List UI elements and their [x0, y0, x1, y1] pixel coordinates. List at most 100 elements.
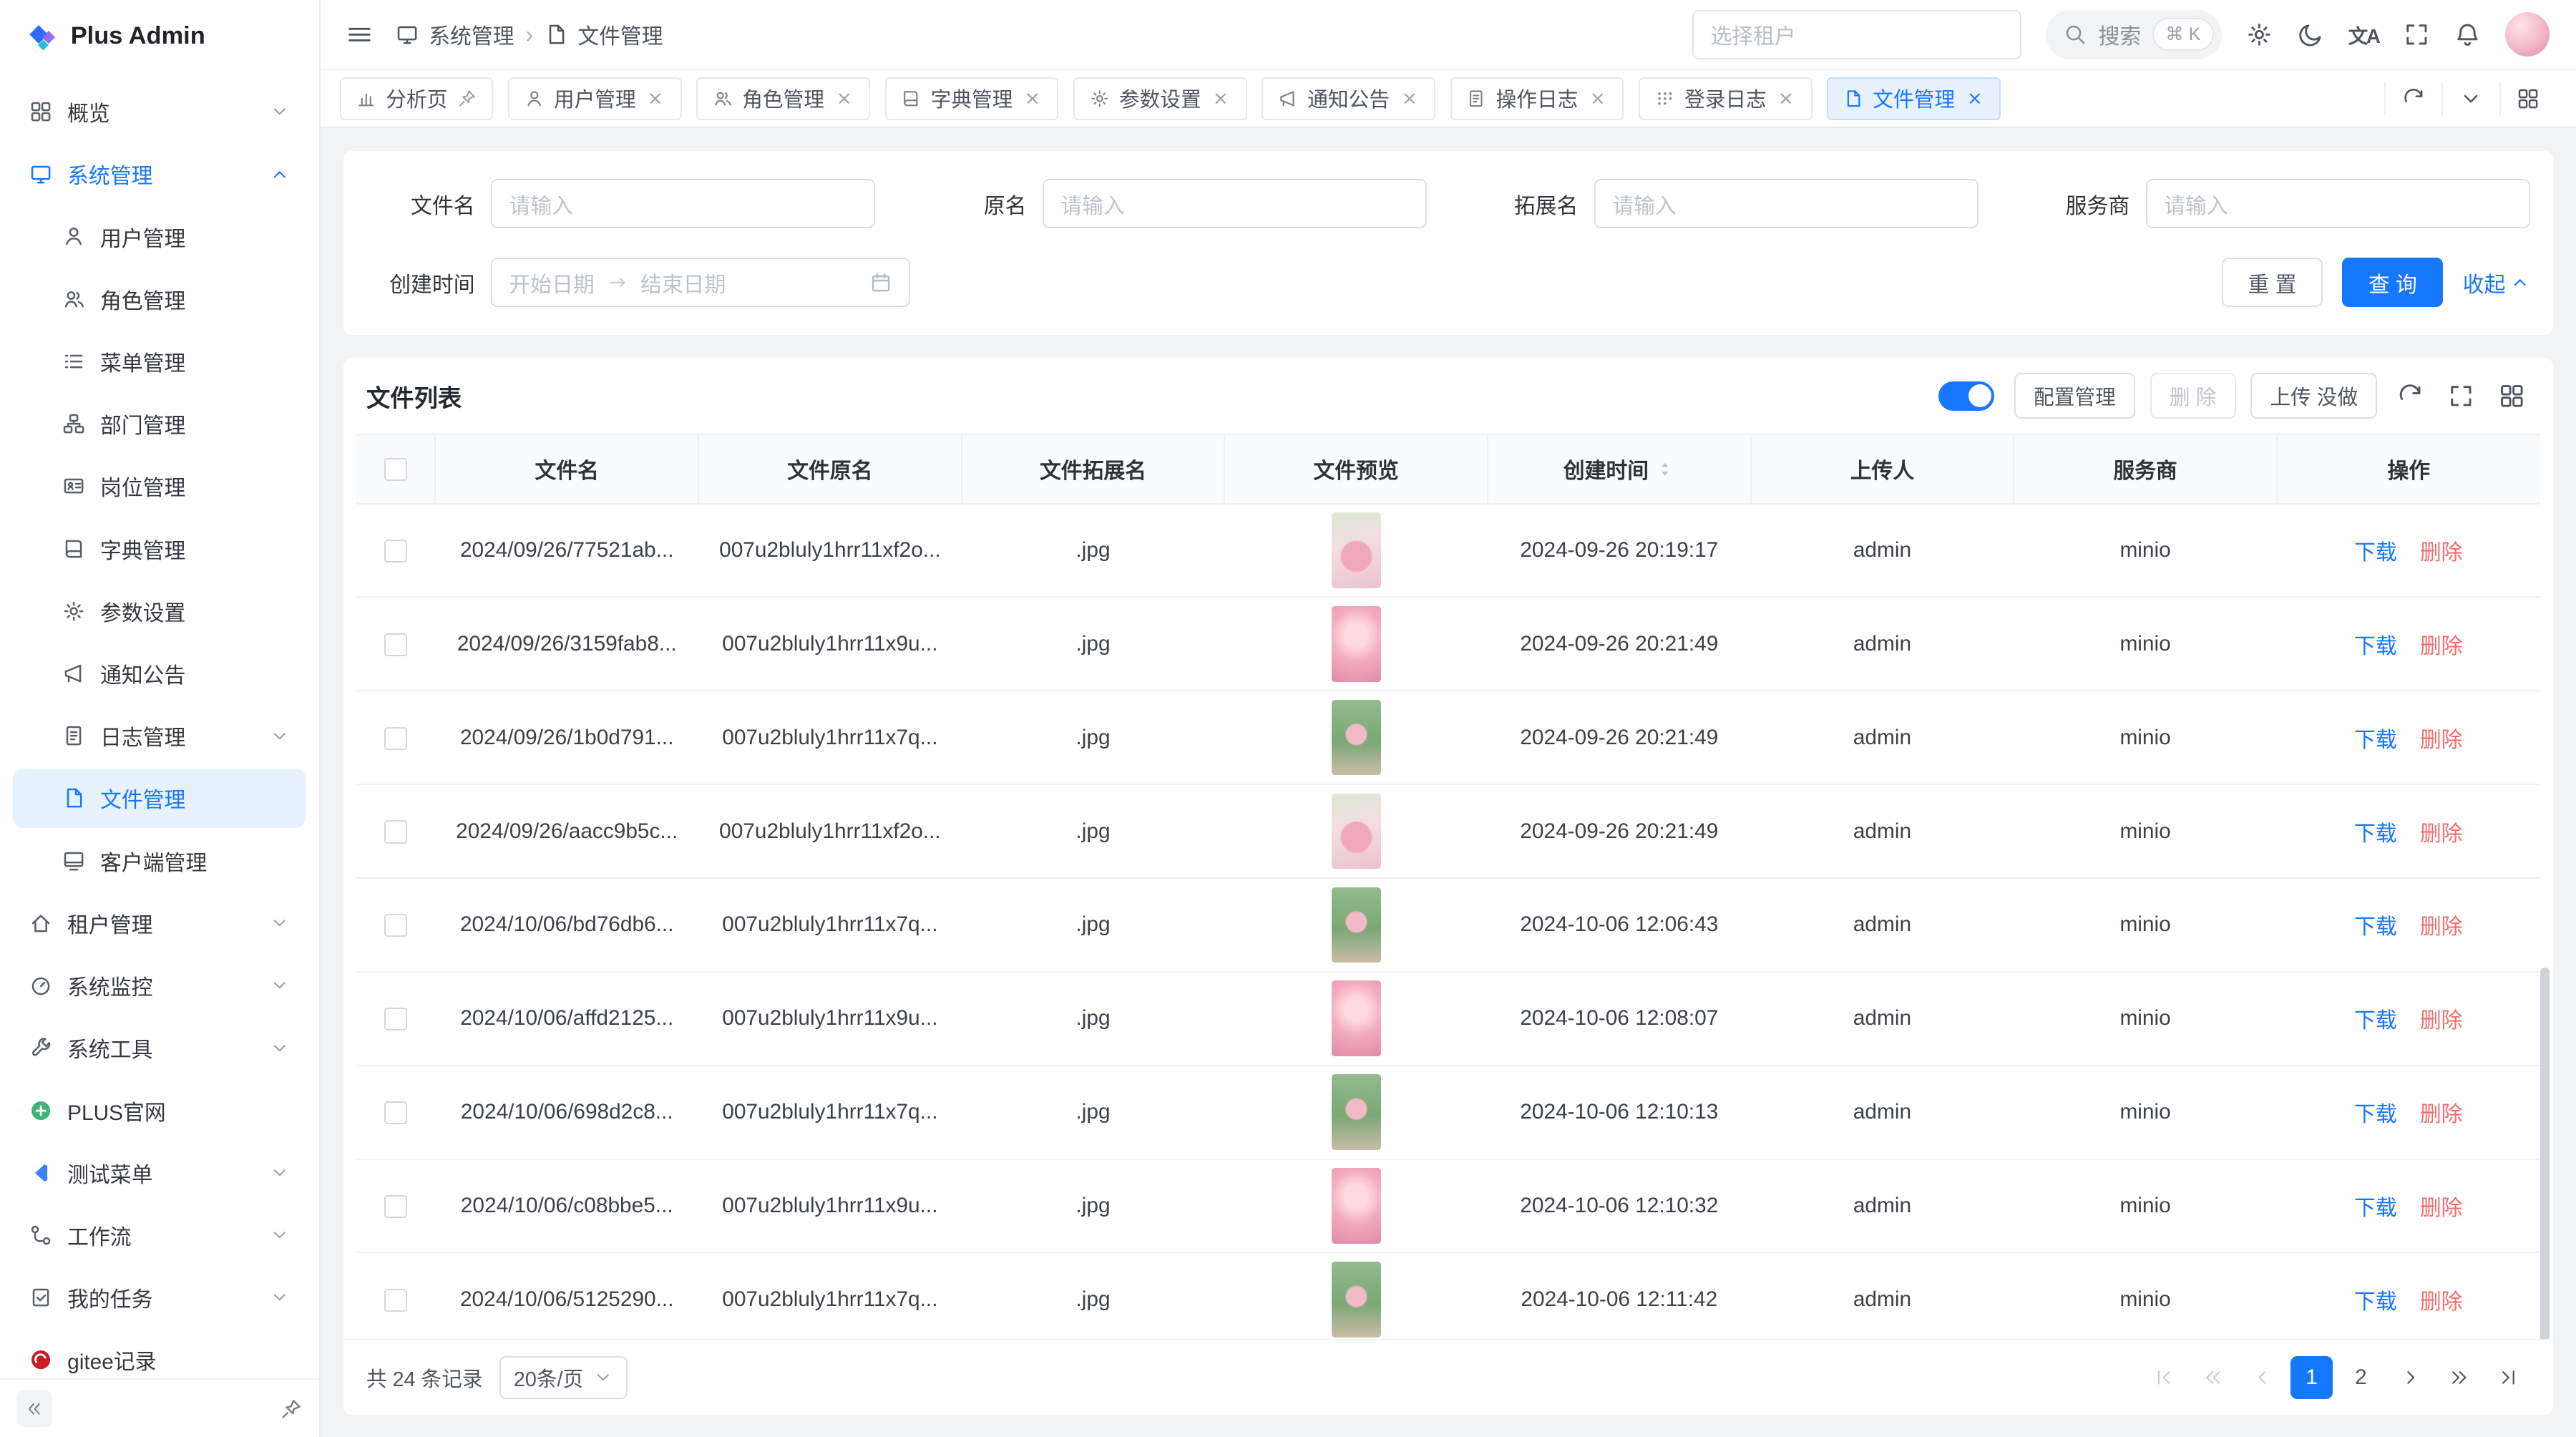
pagination-prev5-button[interactable] [2192, 1356, 2235, 1399]
column-header-0[interactable]: 文件名 [435, 434, 698, 503]
config-management-button[interactable]: 配置管理 [2014, 373, 2135, 419]
refresh-table-button[interactable] [2397, 383, 2424, 409]
pagination-page-1[interactable]: 1 [2290, 1356, 2333, 1399]
tab-role[interactable]: 角色管理 [696, 77, 870, 120]
sidebar-item-user[interactable]: 用户管理 [13, 207, 306, 266]
tab-close-icon[interactable] [1023, 89, 1043, 109]
tab-close-icon[interactable] [1211, 89, 1231, 109]
file-name-input[interactable]: 请输入 [491, 179, 875, 228]
delete-selected-button[interactable]: 删 除 [2150, 373, 2236, 419]
sidebar-item-clients[interactable]: 客户端管理 [13, 831, 306, 890]
pin-icon[interactable] [457, 89, 477, 109]
sidebar-item-files[interactable]: 文件管理 [13, 769, 306, 828]
row-checkbox[interactable] [384, 540, 407, 562]
row-checkbox[interactable] [384, 727, 407, 750]
delete-link[interactable]: 删除 [2420, 1197, 2463, 1220]
layout-settings-button[interactable] [2499, 82, 2557, 115]
settings-icon[interactable] [2246, 21, 2273, 48]
download-link[interactable]: 下载 [2354, 1290, 2397, 1314]
search-button[interactable]: 查 询 [2342, 258, 2443, 307]
download-link[interactable]: 下载 [2354, 541, 2397, 565]
sidebar-item-overview[interactable]: 概览 [13, 82, 306, 142]
column-header-6[interactable]: 服务商 [2014, 434, 2277, 503]
collapse-filter-link[interactable]: 收起 [2463, 267, 2530, 298]
column-header-1[interactable]: 文件原名 [698, 434, 962, 503]
sort-icon[interactable] [1655, 459, 1675, 479]
download-link[interactable]: 下载 [2354, 915, 2397, 939]
page-size-select[interactable]: 20条/页 [499, 1356, 628, 1399]
pagination-prev-button[interactable] [2241, 1356, 2284, 1399]
delete-link[interactable]: 删除 [2420, 635, 2463, 658]
file-preview-image[interactable] [1332, 1074, 1381, 1150]
tab-close-icon[interactable] [1400, 89, 1420, 109]
delete-link[interactable]: 删除 [2420, 541, 2463, 565]
tab-close-icon[interactable] [834, 89, 854, 109]
download-link[interactable]: 下载 [2354, 1197, 2397, 1220]
sidebar-item-system[interactable]: 系统管理 [13, 145, 306, 204]
column-settings-button[interactable] [2499, 383, 2525, 409]
extension-input[interactable]: 请输入 [1594, 179, 1979, 228]
file-preview-image[interactable] [1332, 1168, 1381, 1244]
upload-button[interactable]: 上传 没做 [2250, 373, 2377, 419]
column-header-7[interactable]: 操作 [2277, 434, 2540, 503]
tab-close-icon[interactable] [1588, 89, 1608, 109]
date-range-input[interactable]: 开始日期 结束日期 [491, 258, 909, 307]
tenant-select[interactable]: 选择租户 [1692, 10, 2021, 59]
tab-oplog[interactable]: 操作日志 [1450, 77, 1624, 120]
select-all-checkbox[interactable] [384, 458, 407, 481]
file-preview-image[interactable] [1332, 1262, 1381, 1338]
delete-link[interactable]: 删除 [2420, 1103, 2463, 1126]
sidebar-item-tools[interactable]: 系统工具 [13, 1018, 306, 1078]
sidebar-item-gitee[interactable]: gitee记录 [13, 1330, 306, 1378]
download-link[interactable]: 下载 [2354, 822, 2397, 846]
refresh-page-button[interactable] [2384, 82, 2441, 115]
sidebar-item-test-menu[interactable]: 测试菜单 [13, 1143, 306, 1202]
global-search[interactable]: 搜索 ⌘ K [2046, 10, 2222, 59]
reset-button[interactable]: 重 置 [2222, 258, 2323, 307]
tab-close-icon[interactable] [1776, 89, 1796, 109]
tab-param[interactable]: 参数设置 [1073, 77, 1247, 120]
sidebar-item-menu[interactable]: 菜单管理 [13, 332, 306, 391]
pagination-first-button[interactable] [2142, 1356, 2185, 1399]
tabs-menu-button[interactable] [2441, 82, 2499, 115]
row-checkbox[interactable] [384, 820, 407, 843]
file-preview-image[interactable] [1332, 512, 1381, 588]
delete-link[interactable]: 删除 [2420, 1290, 2463, 1314]
column-header-4[interactable]: 创建时间 [1488, 434, 1751, 503]
download-link[interactable]: 下载 [2354, 1103, 2397, 1126]
dark-mode-icon[interactable] [2298, 21, 2324, 48]
tab-notice[interactable]: 通知公告 [1262, 77, 1435, 120]
table-switch[interactable] [1938, 381, 1994, 411]
tab-dict[interactable]: 字典管理 [885, 77, 1059, 120]
row-checkbox[interactable] [384, 1195, 407, 1218]
tab-analysis[interactable]: 分析页 [340, 77, 493, 120]
row-checkbox[interactable] [384, 633, 407, 656]
sidebar-item-my-tasks[interactable]: 我的任务 [13, 1268, 306, 1328]
sidebar-item-logs[interactable]: 日志管理 [13, 706, 306, 766]
pagination-page-2[interactable]: 2 [2340, 1356, 2383, 1399]
tab-files[interactable]: 文件管理 [1827, 77, 2001, 120]
row-checkbox[interactable] [384, 1101, 407, 1124]
app-logo[interactable]: Plus Admin [0, 0, 319, 72]
breadcrumb-item-system[interactable]: 系统管理 [429, 19, 514, 50]
delete-link[interactable]: 删除 [2420, 822, 2463, 846]
file-preview-image[interactable] [1332, 606, 1381, 682]
download-link[interactable]: 下载 [2354, 729, 2397, 752]
row-checkbox[interactable] [384, 1008, 407, 1031]
pagination-next5-button[interactable] [2438, 1356, 2481, 1399]
delete-link[interactable]: 删除 [2420, 915, 2463, 939]
sidebar-pin-icon[interactable] [280, 1398, 303, 1421]
table-fullscreen-button[interactable] [2448, 383, 2474, 409]
notifications-icon[interactable] [2454, 21, 2481, 48]
sidebar-item-plus-site[interactable]: PLUS官网 [13, 1081, 306, 1140]
tab-user[interactable]: 用户管理 [508, 77, 682, 120]
download-link[interactable]: 下载 [2354, 635, 2397, 658]
row-checkbox[interactable] [384, 914, 407, 937]
menu-toggle-button[interactable] [346, 21, 373, 48]
original-name-input[interactable]: 请输入 [1043, 179, 1427, 228]
provider-input[interactable]: 请输入 [2146, 179, 2530, 228]
sidebar-item-post[interactable]: 岗位管理 [13, 457, 306, 516]
language-icon[interactable]: 文A [2348, 20, 2379, 49]
tab-close-icon[interactable] [1965, 89, 1985, 109]
file-preview-image[interactable] [1332, 980, 1381, 1056]
